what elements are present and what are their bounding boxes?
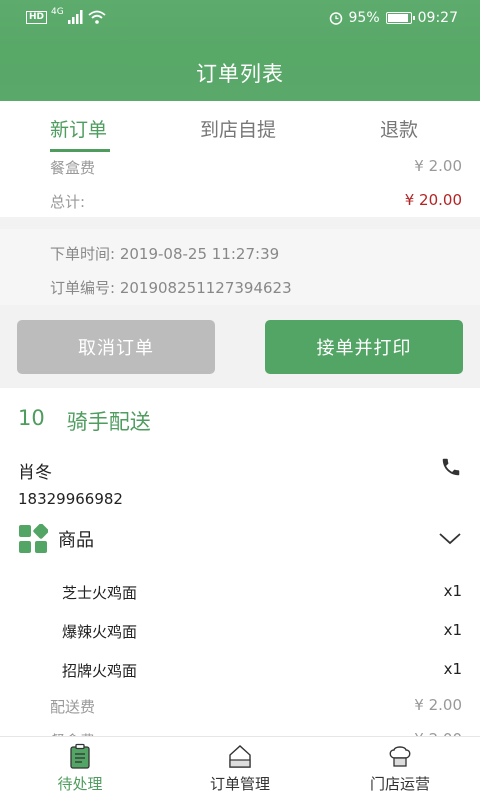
order-tabs: 新订单 到店自提 退款	[0, 101, 480, 153]
box-fee-value: ¥ 2.00	[414, 157, 462, 175]
order-card: 10 骑手配送 肖冬 18329966982 商品 芝士火鸡面 x1 爆辣火鸡面…	[0, 388, 480, 750]
clipboard-icon	[70, 743, 90, 769]
order-time: 下单时间: 2019-08-25 11:27:39	[50, 243, 279, 264]
tab-pickup[interactable]: 到店自提	[200, 115, 276, 142]
hd-icon: HD	[26, 10, 48, 24]
order-number-label: 订单编号:	[50, 279, 116, 297]
fee-summary: 餐盒费 ¥ 2.00 总计: ¥ 20.00	[0, 153, 480, 217]
network-label: 4G	[51, 7, 64, 17]
nav-order-management[interactable]: 订单管理	[160, 743, 320, 794]
list-item: 招牌火鸡面 x1	[62, 660, 462, 681]
bottom-nav: 待处理 订单管理 门店运营	[0, 736, 480, 800]
order-number-value: 201908251127394623	[119, 279, 292, 297]
tab-new-orders[interactable]: 新订单	[50, 115, 107, 142]
list-item: 爆辣火鸡面 x1	[62, 621, 462, 642]
item-name: 芝士火鸡面	[62, 584, 138, 602]
chef-hat-icon	[389, 746, 411, 767]
goods-header[interactable]: 商品	[18, 524, 94, 554]
home-icon	[229, 745, 251, 768]
clock: 09:27	[417, 10, 458, 26]
list-item: 芝士火鸡面 x1	[62, 582, 462, 603]
chevron-down-icon[interactable]	[438, 532, 462, 546]
order-time-value: 2019-08-25 11:27:39	[119, 245, 280, 263]
nav-store-operations-label: 门店运营	[369, 775, 430, 793]
item-qty: x1	[443, 582, 462, 600]
grid-apps-icon	[19, 524, 48, 553]
item-name: 招牌火鸡面	[62, 662, 138, 680]
nav-order-management-label: 订单管理	[209, 775, 270, 793]
nav-store-operations[interactable]: 门店运营	[320, 743, 480, 794]
box-fee-row: 餐盒费 ¥ 2.00	[50, 157, 462, 178]
customer-phone: 18329966982	[18, 490, 123, 508]
wifi-icon	[88, 10, 106, 24]
status-bar: HD 4G 95% 09:27	[0, 7, 480, 32]
goods-label: 商品	[58, 530, 94, 551]
delivery-fee-row: 配送费 ¥ 2.00	[50, 696, 462, 717]
total-label: 总计:	[50, 193, 86, 211]
action-bar: 取消订单 接单并打印	[0, 306, 480, 388]
total-value: ¥ 20.00	[404, 191, 462, 209]
accept-print-button[interactable]: 接单并打印	[265, 320, 463, 374]
delivery-fee-label: 配送费	[50, 698, 96, 716]
cancel-order-button[interactable]: 取消订单	[17, 320, 215, 374]
total-row: 总计: ¥ 20.00	[50, 191, 462, 212]
phone-icon[interactable]	[440, 456, 462, 478]
box-fee-label: 餐盒费	[50, 159, 96, 177]
item-qty: x1	[443, 660, 462, 678]
nav-pending-label: 待处理	[57, 775, 103, 793]
page-title: 订单列表	[196, 62, 284, 86]
alarm-icon	[329, 12, 342, 25]
order-header: 10 骑手配送	[18, 406, 151, 436]
tab-refund[interactable]: 退款	[380, 115, 418, 142]
delivery-type: 骑手配送	[66, 410, 151, 434]
active-tab-indicator	[50, 149, 110, 152]
delivery-fee-value: ¥ 2.00	[414, 696, 462, 714]
order-time-label: 下单时间:	[50, 245, 116, 263]
order-seq: 10	[18, 406, 45, 430]
order-number: 订单编号: 201908251127394623	[50, 277, 292, 298]
battery-icon	[385, 12, 415, 24]
nav-pending[interactable]: 待处理	[0, 743, 160, 794]
battery-percent: 95%	[348, 10, 380, 26]
item-name: 爆辣火鸡面	[62, 623, 138, 641]
app-header: HD 4G 95% 09:27 订单列表	[0, 0, 480, 101]
item-qty: x1	[443, 621, 462, 639]
signal-icon	[67, 10, 83, 24]
customer-name: 肖冬	[18, 463, 52, 483]
order-info: 下单时间: 2019-08-25 11:27:39 订单编号: 20190825…	[0, 229, 480, 305]
